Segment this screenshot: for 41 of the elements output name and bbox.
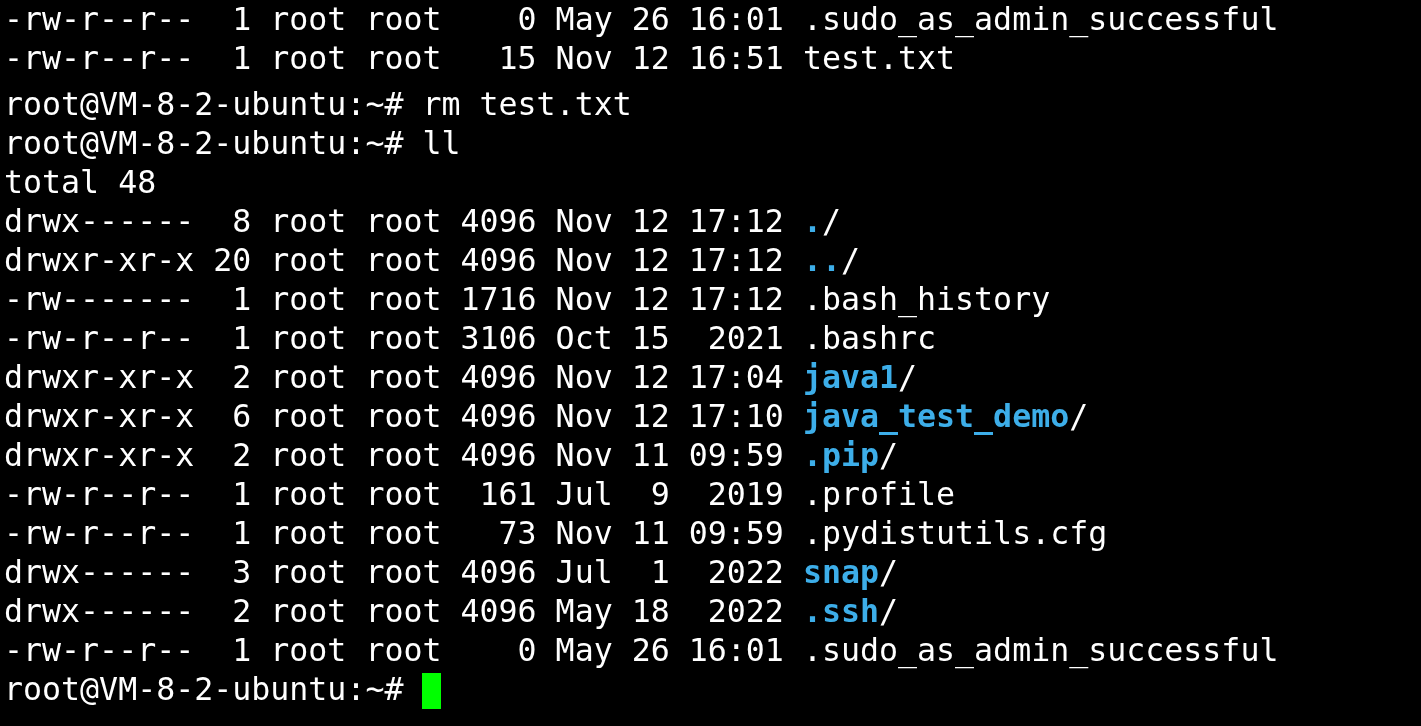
file-name: test.txt xyxy=(802,40,956,76)
shell-prompt: root@VM-8-2-ubuntu:~# xyxy=(4,86,404,122)
directory-name: snap xyxy=(802,554,879,590)
file-details: drwxr-xr-x 2 root root 4096 Nov 12 17:04 xyxy=(4,359,784,395)
directory-name: . xyxy=(802,203,822,239)
file-details: -rw-r--r-- 1 root root 161 Jul 9 2019 xyxy=(4,476,784,512)
shell-prompt: root@VM-8-2-ubuntu:~# xyxy=(4,125,404,161)
file-name: .sudo_as_admin_successful xyxy=(802,1,1279,37)
command-text: rm test.txt xyxy=(422,86,632,122)
file-name: .profile xyxy=(802,476,956,512)
file-details: -rw-r--r-- 1 root root 73 Nov 11 09:59 xyxy=(4,515,784,551)
path-slash: / xyxy=(840,242,860,278)
file-details: drwxr-xr-x 2 root root 4096 Nov 11 09:59 xyxy=(4,437,784,473)
directory-name: .ssh xyxy=(802,593,879,629)
path-slash: / xyxy=(898,359,918,395)
file-name: .pydistutils.cfg xyxy=(802,515,1108,551)
directory-name: .pip xyxy=(802,437,879,473)
path-slash: / xyxy=(879,554,899,590)
file-name: .bashrc xyxy=(802,320,937,356)
file-details: -rw-r--r-- 1 root root 0 May 26 16:01 xyxy=(4,632,784,668)
file-details: -rw-r--r-- 1 root root 3106 Oct 15 2021 xyxy=(4,320,784,356)
path-slash: / xyxy=(1069,398,1089,434)
file-details: -rw------- 1 root root 1716 Nov 12 17:12 xyxy=(4,281,784,317)
directory-name: java1 xyxy=(802,359,898,395)
directory-name: .. xyxy=(802,242,841,278)
file-name: .sudo_as_admin_successful xyxy=(802,632,1279,668)
output-text: total 48 xyxy=(4,164,157,200)
file-details: -rw-r--r-- 1 root root 0 May 26 16:01 xyxy=(4,1,784,37)
command-text: ll xyxy=(422,125,461,161)
file-name: .bash_history xyxy=(802,281,1051,317)
path-slash: / xyxy=(879,437,899,473)
path-slash: / xyxy=(821,203,841,239)
path-slash: / xyxy=(879,593,899,629)
file-details: drwx------ 3 root root 4096 Jul 1 2022 xyxy=(4,554,784,590)
file-details: drwx------ 2 root root 4096 May 18 2022 xyxy=(4,593,784,629)
file-details: drwxr-xr-x 20 root root 4096 Nov 12 17:12 xyxy=(4,242,784,278)
shell-prompt: root@VM-8-2-ubuntu:~# xyxy=(4,671,404,707)
file-details: drwxr-xr-x 6 root root 4096 Nov 12 17:10 xyxy=(4,398,784,434)
file-details: -rw-r--r-- 1 root root 15 Nov 12 16:51 xyxy=(4,40,784,76)
directory-name: java_test_demo xyxy=(802,398,1070,434)
file-details: drwx------ 8 root root 4096 Nov 12 17:12 xyxy=(4,203,784,239)
